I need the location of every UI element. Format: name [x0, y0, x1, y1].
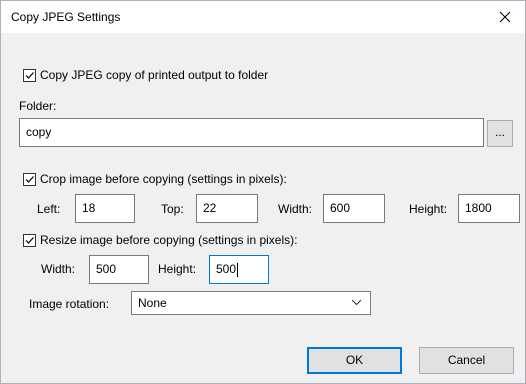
chevron-down-icon — [351, 299, 362, 306]
dialog-title: Copy JPEG Settings — [11, 10, 121, 24]
resize-checkbox[interactable] — [23, 234, 36, 247]
rotation-selected-value: None — [138, 296, 167, 310]
crop-label: Crop image before copying (settings in p… — [40, 172, 287, 186]
close-icon — [499, 11, 511, 23]
resize-width-label: Width: — [41, 262, 76, 276]
ok-button[interactable]: OK — [307, 347, 402, 374]
crop-left-label: Left: — [37, 202, 61, 216]
rotation-select[interactable]: None — [131, 291, 371, 315]
dialog-window: Copy JPEG Settings Copy JPEG copy of pri… — [0, 0, 526, 384]
title-bar: Copy JPEG Settings — [1, 1, 525, 33]
folder-label: Folder: — [19, 99, 57, 113]
crop-width-label: Width: — [278, 202, 313, 216]
crop-top-input[interactable]: 22 — [196, 194, 258, 223]
checkmark-icon — [25, 72, 34, 79]
checkmark-icon — [25, 237, 34, 244]
checkmark-icon — [25, 176, 34, 183]
folder-input[interactable]: copy — [19, 118, 484, 147]
copy-to-folder-checkbox[interactable] — [23, 69, 36, 82]
crop-left-input[interactable]: 18 — [75, 194, 135, 223]
crop-top-label: Top: — [161, 202, 184, 216]
cancel-button[interactable]: Cancel — [419, 347, 514, 374]
resize-width-input[interactable]: 500 — [89, 255, 149, 284]
crop-height-input[interactable]: 1800 — [458, 194, 520, 223]
copy-to-folder-label: Copy JPEG copy of printed output to fold… — [40, 68, 269, 82]
resize-label: Resize image before copying (settings in… — [40, 233, 298, 247]
resize-height-value: 500 — [216, 262, 237, 276]
crop-checkbox[interactable] — [23, 173, 36, 186]
crop-width-input[interactable]: 600 — [323, 194, 385, 223]
text-caret — [237, 262, 239, 277]
close-button[interactable] — [485, 1, 525, 33]
rotation-label: Image rotation: — [29, 297, 110, 311]
resize-height-label: Height: — [158, 262, 197, 276]
browse-folder-button[interactable]: ... — [487, 120, 513, 147]
crop-height-label: Height: — [409, 202, 448, 216]
resize-height-input[interactable]: 500 — [209, 255, 269, 284]
